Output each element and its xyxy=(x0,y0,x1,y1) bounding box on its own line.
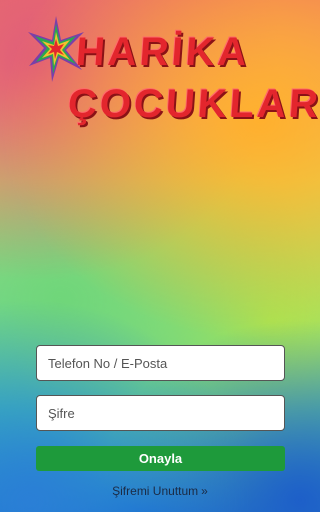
forgot-password-label: Şifremi Unuttum xyxy=(112,484,199,498)
phone-email-input[interactable] xyxy=(36,345,285,381)
confirm-button[interactable]: Onayla xyxy=(36,446,285,471)
app-logo: HARİKA ÇOCUKLAR xyxy=(26,14,320,134)
password-input[interactable] xyxy=(36,395,285,431)
confirm-button-label: Onayla xyxy=(138,451,183,466)
logo-title-line1: HARİKA xyxy=(74,30,252,74)
forgot-password-link[interactable]: Şifremi Unuttum» xyxy=(0,484,320,498)
double-chevron-right-icon: » xyxy=(201,484,208,498)
logo-title-line2: ÇOCUKLAR xyxy=(66,82,320,126)
